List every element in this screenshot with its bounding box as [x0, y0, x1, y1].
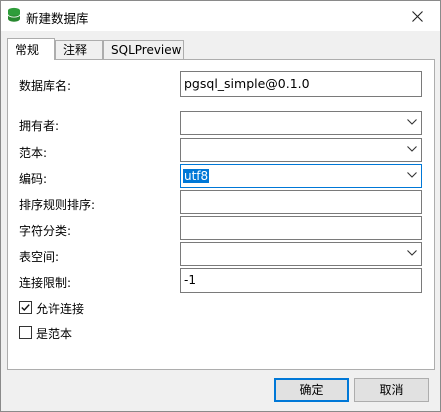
general-panel: 数据库名: pgsql_simple@0.1.0 拥有者: 范本: 编码: ut… — [7, 59, 435, 370]
template-label: 范本: — [19, 146, 48, 160]
close-button[interactable] — [394, 1, 440, 31]
database-icon — [7, 7, 21, 23]
tablespace-select[interactable] — [180, 242, 422, 266]
chevron-down-icon — [407, 250, 417, 256]
db-name-input[interactable]: pgsql_simple@0.1.0 — [180, 71, 422, 97]
collation-input[interactable] — [180, 190, 422, 214]
chevron-down-icon — [407, 146, 417, 152]
conn-limit-input[interactable]: -1 — [180, 268, 422, 293]
chevron-down-icon — [407, 119, 417, 125]
allow-conn-checkbox[interactable] — [19, 301, 32, 314]
chevron-down-icon — [407, 172, 417, 178]
ctype-input[interactable] — [180, 216, 422, 240]
checkmark-icon — [21, 304, 30, 312]
conn-limit-label: 连接限制: — [19, 276, 72, 290]
allow-conn-label: 允许连接 — [36, 302, 85, 316]
tab-comment-label: 注释 — [63, 43, 88, 57]
encoding-value: utf8 — [183, 169, 210, 183]
tablespace-label: 表空间: — [19, 250, 60, 264]
encoding-value-wrap: utf8 — [183, 165, 210, 187]
owner-select[interactable] — [180, 111, 422, 135]
conn-limit-value: -1 — [184, 273, 196, 287]
ok-button[interactable]: 确定 — [274, 378, 349, 402]
tab-general[interactable]: 常规 — [7, 38, 55, 60]
tab-comment[interactable]: 注释 — [55, 40, 103, 59]
window-title: 新建数据库 — [26, 11, 89, 26]
title-bar: 新建数据库 — [1, 1, 440, 31]
cancel-button[interactable]: 取消 — [354, 378, 429, 402]
owner-label: 拥有者: — [19, 119, 60, 133]
db-name-value: pgsql_simple@0.1.0 — [184, 76, 310, 91]
encoding-label: 编码: — [19, 172, 48, 186]
tab-general-label: 常规 — [15, 43, 40, 57]
db-name-label: 数据库名: — [19, 79, 72, 93]
tab-sql-preview[interactable]: SQLPreview — [103, 40, 184, 59]
collation-label: 排序规则排序: — [19, 198, 96, 212]
dialog-window: 新建数据库 常规 注释 SQLPreview 数据库名: pgsql_simpl… — [0, 0, 441, 412]
is-template-label: 是范本 — [36, 327, 73, 341]
template-select[interactable] — [180, 138, 422, 162]
ctype-label: 字符分类: — [19, 224, 72, 238]
is-template-checkbox[interactable] — [19, 326, 32, 339]
close-icon — [411, 10, 423, 22]
tab-bar: 常规 注释 SQLPreview — [7, 38, 435, 60]
tab-sql-preview-label: SQLPreview — [111, 43, 182, 57]
encoding-select[interactable]: utf8 — [180, 164, 422, 188]
